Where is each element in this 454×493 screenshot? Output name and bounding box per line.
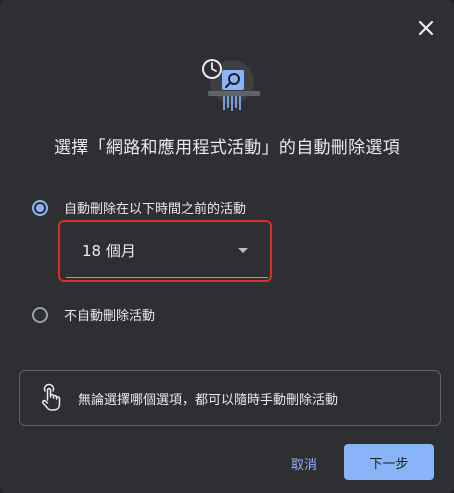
option-no-auto-delete-label: 不自動刪除活動 bbox=[64, 309, 156, 324]
cancel-button[interactable]: 取消 bbox=[280, 446, 328, 480]
period-select-value: 18 個月 bbox=[82, 242, 136, 260]
history-delete-icon bbox=[202, 59, 260, 111]
close-icon bbox=[418, 20, 434, 36]
next-button[interactable]: 下一步 bbox=[344, 444, 434, 480]
option-auto-delete-label: 自動刪除在以下時間之前的活動 bbox=[64, 202, 247, 217]
info-box: 無論選擇哪個選項，都可以隨時手動刪除活動 bbox=[19, 370, 441, 426]
radio-no-auto-delete[interactable] bbox=[32, 306, 48, 323]
option-auto-delete[interactable]: 自動刪除在以下時間之前的活動 bbox=[32, 198, 246, 217]
auto-delete-dialog: 選擇「網路和應用程式活動」的自動刪除選項 自動刪除在以下時間之前的活動 18 個… bbox=[0, 0, 454, 493]
info-text: 無論選擇哪個選項，都可以隨時手動刪除活動 bbox=[78, 392, 339, 408]
period-select[interactable]: 18 個月 bbox=[66, 226, 268, 278]
close-button[interactable] bbox=[412, 14, 440, 42]
touch-hand-icon bbox=[41, 383, 61, 411]
dropdown-arrow-icon bbox=[238, 248, 248, 253]
option-no-auto-delete[interactable]: 不自動刪除活動 bbox=[32, 305, 155, 324]
dialog-title: 選擇「網路和應用程式活動」的自動刪除選項 bbox=[54, 138, 400, 158]
radio-auto-delete[interactable] bbox=[32, 199, 48, 216]
